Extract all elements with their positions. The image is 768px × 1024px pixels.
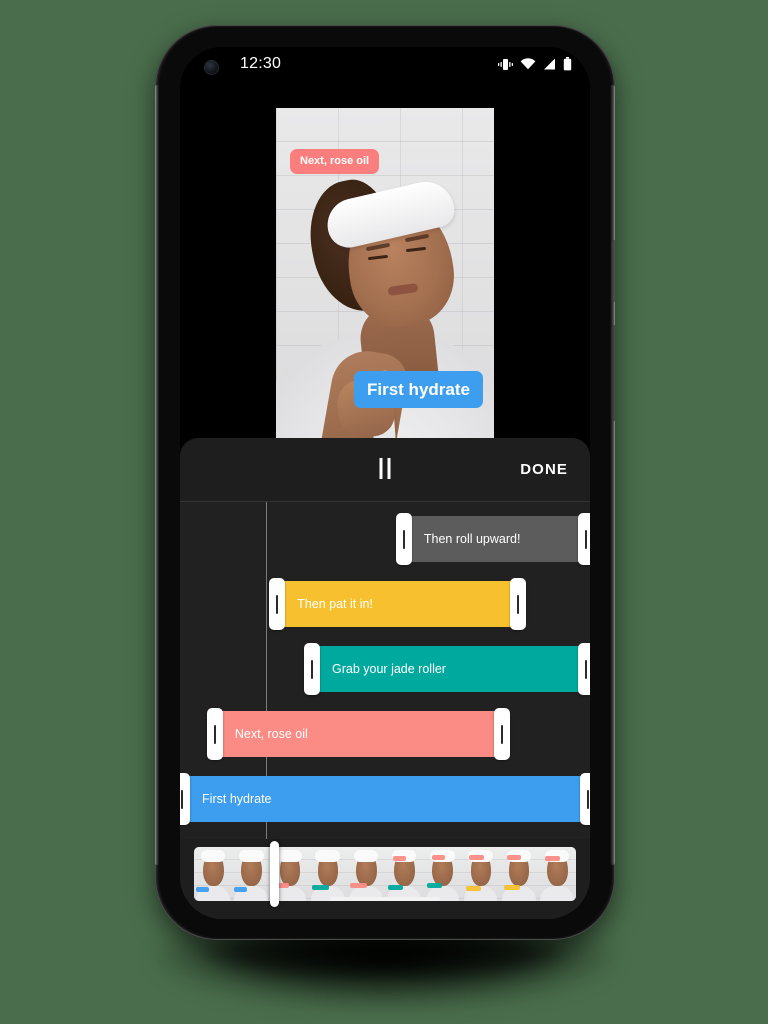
vibrate-icon xyxy=(498,58,513,71)
clip-body[interactable]: Then pat it in! xyxy=(277,581,519,627)
frame-caption-tag xyxy=(469,854,484,860)
frame-caption-tag xyxy=(388,884,404,890)
frame-headband xyxy=(353,850,379,863)
handle-grip-icon xyxy=(516,594,520,614)
filmstrip-scrubber[interactable] xyxy=(270,841,280,907)
clip-label: Next, rose oil xyxy=(234,727,308,741)
frame-caption-tag xyxy=(311,884,330,890)
filmstrip-frame[interactable] xyxy=(461,847,500,901)
handle-grip-icon xyxy=(584,659,588,679)
phone-device: 12:30 Next, rose oil First hydrate DONE … xyxy=(155,25,615,940)
handle-grip-icon xyxy=(275,594,279,614)
status-bar-icons xyxy=(498,57,572,71)
frame-caption-tag xyxy=(392,855,406,861)
handle-grip-icon xyxy=(180,789,184,809)
frame-caption-tag xyxy=(504,884,521,890)
timeline-clip[interactable]: Then pat it in! xyxy=(269,578,527,630)
clip-label: First hydrate xyxy=(202,792,272,806)
pause-bar-right xyxy=(387,458,391,479)
timeline-clip[interactable]: First hydrate xyxy=(180,773,590,825)
phone-screen: 12:30 Next, rose oil First hydrate DONE … xyxy=(180,47,590,919)
clip-body[interactable]: Next, rose oil xyxy=(214,711,502,757)
timeline[interactable]: Then roll upward! Then pat it in! Grab you… xyxy=(180,501,590,840)
clip-trim-handle-right[interactable] xyxy=(493,708,510,760)
handle-grip-icon xyxy=(500,724,504,744)
filmstrip-frame[interactable] xyxy=(346,847,386,901)
front-camera-icon xyxy=(204,60,219,75)
frame-caption-tag xyxy=(466,885,482,891)
timeline-clip[interactable]: Then roll upward! xyxy=(395,513,590,565)
handle-grip-icon xyxy=(213,724,217,744)
filmstrip-frame[interactable] xyxy=(499,847,538,901)
cellular-signal-icon xyxy=(543,58,556,70)
filmstrip[interactable] xyxy=(194,847,576,901)
clip-body[interactable]: Grab your jade roller xyxy=(312,646,586,692)
clip-label: Then pat it in! xyxy=(297,597,373,611)
frame-caption-tag xyxy=(431,854,446,860)
volume-button[interactable] xyxy=(611,325,615,421)
clip-label: Then roll upward! xyxy=(423,532,521,546)
frame-headband xyxy=(239,850,264,863)
handle-grip-icon xyxy=(310,659,314,679)
frame-caption-tag xyxy=(196,886,210,892)
frame-headband xyxy=(200,850,226,863)
preview-caption-active[interactable]: First hydrate xyxy=(354,371,483,408)
video-preview[interactable]: Next, rose oil First hydrate xyxy=(276,108,494,477)
timeline-clip[interactable]: Grab your jade roller xyxy=(304,643,590,695)
clip-trim-handle-right[interactable] xyxy=(577,513,590,565)
frame-caption-tag xyxy=(234,886,248,892)
handle-grip-icon xyxy=(584,529,588,549)
clip-body[interactable]: Then roll upward! xyxy=(403,516,586,562)
frame-headband xyxy=(315,850,340,863)
filmstrip-area[interactable] xyxy=(180,839,590,919)
clip-trim-handle-left[interactable] xyxy=(395,513,412,565)
frame-headband xyxy=(277,850,302,863)
pause-bar-left xyxy=(379,458,383,479)
clip-trim-handle-right[interactable] xyxy=(510,578,527,630)
filmstrip-frame[interactable] xyxy=(232,847,271,901)
clip-trim-handle-right[interactable] xyxy=(579,773,590,825)
battery-icon xyxy=(563,57,572,71)
caption-editor-sheet: DONE Then roll upward! Then pat it in! Gra… xyxy=(180,438,590,919)
wifi-icon xyxy=(520,58,536,70)
phone-left-edge-highlight xyxy=(155,85,159,865)
clip-trim-handle-left[interactable] xyxy=(180,773,191,825)
phone-right-edge-highlight xyxy=(610,85,615,865)
clip-trim-handle-left[interactable] xyxy=(206,708,223,760)
frame-caption-tag xyxy=(544,855,560,861)
clip-trim-handle-left[interactable] xyxy=(269,578,286,630)
power-button[interactable] xyxy=(611,240,615,302)
filmstrip-frame[interactable] xyxy=(308,847,347,901)
home-indicator xyxy=(330,897,440,901)
pause-button[interactable] xyxy=(379,458,391,479)
status-bar-clock: 12:30 xyxy=(240,55,282,72)
filmstrip-frame[interactable] xyxy=(537,847,576,901)
clip-trim-handle-left[interactable] xyxy=(304,643,321,695)
done-button[interactable]: DONE xyxy=(520,461,568,478)
clip-body[interactable]: First hydrate xyxy=(182,776,588,822)
filmstrip-frame[interactable] xyxy=(385,847,424,901)
frame-caption-tag xyxy=(349,882,367,888)
frame-caption-tag xyxy=(506,854,522,860)
screenshot-stage: 12:30 Next, rose oil First hydrate DONE … xyxy=(0,0,768,1024)
preview-caption-upcoming[interactable]: Next, rose oil xyxy=(290,149,380,174)
handle-grip-icon xyxy=(402,529,406,549)
filmstrip-frame[interactable] xyxy=(423,847,462,901)
filmstrip-frame[interactable] xyxy=(194,847,233,901)
handle-grip-icon xyxy=(586,789,590,809)
editor-toolbar: DONE xyxy=(180,438,590,501)
frame-caption-tag xyxy=(427,882,443,888)
timeline-clip[interactable]: Next, rose oil xyxy=(206,708,510,760)
clip-label: Grab your jade roller xyxy=(332,662,446,676)
clip-trim-handle-right[interactable] xyxy=(577,643,590,695)
status-bar: 12:30 xyxy=(180,47,590,87)
